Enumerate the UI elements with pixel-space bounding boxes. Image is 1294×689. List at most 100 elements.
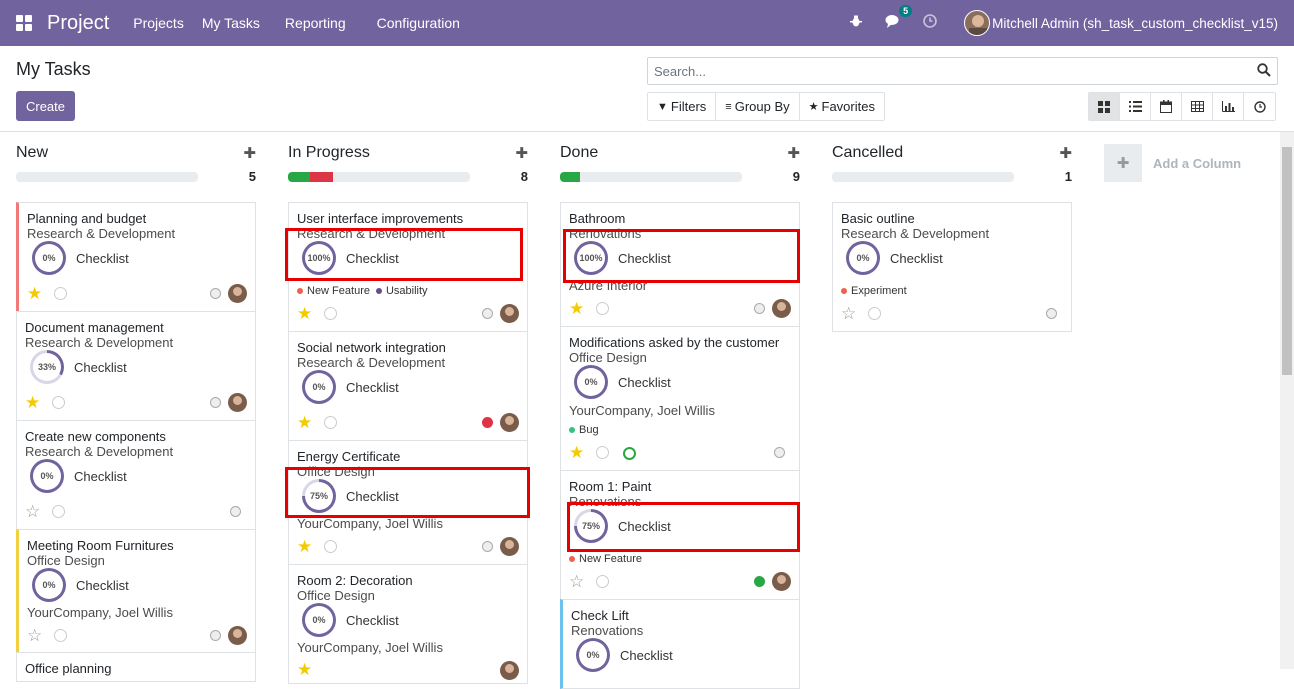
activity-clock-icon[interactable] bbox=[868, 307, 881, 320]
kanban-state-icon[interactable] bbox=[210, 630, 221, 641]
nav-configuration[interactable]: Configuration bbox=[377, 15, 460, 31]
checklist-label[interactable]: Checklist bbox=[618, 375, 671, 390]
quick-add-icon[interactable]: ✚ bbox=[1059, 144, 1072, 162]
kanban-state-icon[interactable] bbox=[210, 288, 221, 299]
task-card[interactable]: Energy Certificate Office Design 75% Che… bbox=[288, 440, 528, 565]
quick-add-icon[interactable]: ✚ bbox=[787, 144, 800, 162]
add-column[interactable]: ✚ Add a Column bbox=[1104, 144, 1241, 182]
kanban-view-icon[interactable] bbox=[1089, 93, 1120, 120]
task-card[interactable]: Check Lift Renovations 0% Checklist bbox=[560, 599, 800, 689]
filters-button[interactable]: ▼ Filters bbox=[648, 93, 717, 120]
checklist-label[interactable]: Checklist bbox=[346, 380, 399, 395]
kanban-state-icon[interactable] bbox=[1046, 308, 1057, 319]
user-name[interactable]: Mitchell Admin (sh_task_custom_checklist… bbox=[992, 16, 1278, 31]
activity-clock-icon[interactable] bbox=[324, 307, 337, 320]
quick-add-icon[interactable]: ✚ bbox=[515, 144, 528, 162]
activity-clock-icon[interactable] bbox=[52, 396, 65, 409]
checklist-label[interactable]: Checklist bbox=[618, 519, 671, 534]
scrollbar-thumb[interactable] bbox=[1282, 147, 1292, 375]
kanban-state-icon[interactable] bbox=[754, 303, 765, 314]
smiley-icon[interactable] bbox=[623, 447, 636, 460]
priority-star-icon[interactable]: ★ bbox=[297, 538, 312, 555]
task-card[interactable]: Meeting Room Furnitures Office Design 0%… bbox=[16, 529, 256, 653]
activity-clock-icon[interactable] bbox=[54, 629, 67, 642]
checklist-label[interactable]: Checklist bbox=[620, 648, 673, 663]
assignee-avatar[interactable] bbox=[228, 284, 247, 303]
activity-clock-icon[interactable] bbox=[596, 446, 609, 459]
add-column-plus-icon[interactable]: ✚ bbox=[1104, 144, 1142, 182]
checklist-label[interactable]: Checklist bbox=[618, 251, 671, 266]
column-progress-bar[interactable] bbox=[832, 172, 1014, 182]
priority-star-icon[interactable]: ☆ bbox=[25, 503, 40, 520]
progress-done-segment[interactable] bbox=[288, 172, 310, 182]
task-card[interactable]: Planning and budget Research & Developme… bbox=[16, 202, 256, 312]
create-button[interactable]: Create bbox=[16, 91, 75, 121]
task-card[interactable]: Document management Research & Developme… bbox=[16, 311, 256, 421]
tag[interactable]: Bug bbox=[569, 424, 599, 436]
priority-star-icon[interactable]: ★ bbox=[27, 285, 42, 302]
calendar-view-icon[interactable] bbox=[1151, 93, 1182, 120]
checklist-label[interactable]: Checklist bbox=[346, 489, 399, 504]
messages-icon[interactable]: 5 bbox=[885, 5, 913, 32]
priority-star-icon[interactable]: ★ bbox=[569, 444, 584, 461]
search-input[interactable]: Search... bbox=[647, 57, 1278, 85]
priority-star-icon[interactable]: ★ bbox=[297, 414, 312, 431]
checklist-label[interactable]: Checklist bbox=[74, 469, 127, 484]
column-title[interactable]: Cancelled bbox=[832, 144, 903, 162]
priority-star-icon[interactable]: ☆ bbox=[841, 305, 856, 322]
assignee-avatar[interactable] bbox=[500, 304, 519, 323]
checklist-label[interactable]: Checklist bbox=[76, 251, 129, 266]
assignee-avatar[interactable] bbox=[772, 299, 791, 318]
search-icon[interactable] bbox=[1257, 63, 1271, 80]
checklist-label[interactable]: Checklist bbox=[890, 251, 943, 266]
activity-clock-icon[interactable] bbox=[596, 575, 609, 588]
activity-view-icon[interactable] bbox=[1244, 93, 1275, 120]
kanban-state-icon[interactable] bbox=[482, 541, 493, 552]
checklist-label[interactable]: Checklist bbox=[74, 360, 127, 375]
kanban-state-icon[interactable] bbox=[482, 417, 493, 428]
column-title[interactable]: New bbox=[16, 144, 48, 162]
kanban-state-icon[interactable] bbox=[210, 397, 221, 408]
pivot-view-icon[interactable] bbox=[1182, 93, 1213, 120]
task-card[interactable]: Modifications asked by the customer Offi… bbox=[560, 326, 800, 471]
priority-star-icon[interactable]: ☆ bbox=[569, 573, 584, 590]
app-brand[interactable]: Project bbox=[47, 12, 109, 35]
assignee-avatar[interactable] bbox=[772, 572, 791, 591]
group-by-button[interactable]: ≡ Group By bbox=[716, 93, 800, 120]
priority-star-icon[interactable]: ☆ bbox=[27, 627, 42, 644]
task-card[interactable]: Office planning bbox=[16, 652, 256, 682]
list-view-icon[interactable] bbox=[1120, 93, 1151, 120]
apps-menu-icon[interactable] bbox=[16, 15, 32, 31]
tag[interactable]: Usability bbox=[375, 285, 428, 297]
tag[interactable]: New Feature bbox=[297, 285, 370, 297]
task-card[interactable]: Room 1: Paint Renovations 75% Checklist … bbox=[560, 470, 800, 600]
add-column-label[interactable]: Add a Column bbox=[1153, 156, 1241, 171]
column-progress-bar[interactable] bbox=[16, 172, 198, 182]
activity-clock-icon[interactable] bbox=[54, 287, 67, 300]
tag[interactable]: Experiment bbox=[841, 285, 907, 297]
nav-my-tasks[interactable]: My Tasks bbox=[202, 15, 260, 31]
checklist-label[interactable]: Checklist bbox=[346, 251, 399, 266]
scrollbar[interactable] bbox=[1280, 132, 1294, 669]
column-title[interactable]: Done bbox=[560, 144, 598, 162]
assignee-avatar[interactable] bbox=[500, 413, 519, 432]
kanban-state-icon[interactable] bbox=[774, 447, 785, 458]
kanban-state-icon[interactable] bbox=[754, 576, 765, 587]
nav-reporting[interactable]: Reporting bbox=[285, 15, 346, 31]
kanban-state-icon[interactable] bbox=[482, 308, 493, 319]
task-card[interactable]: Room 2: Decoration Office Design 0% Chec… bbox=[288, 564, 528, 684]
activity-clock-icon[interactable] bbox=[52, 505, 65, 518]
task-card[interactable]: Social network integration Research & De… bbox=[288, 331, 528, 441]
checklist-label[interactable]: Checklist bbox=[346, 613, 399, 628]
kanban-state-icon[interactable] bbox=[230, 506, 241, 517]
column-title[interactable]: In Progress bbox=[288, 144, 370, 162]
graph-view-icon[interactable] bbox=[1213, 93, 1244, 120]
activity-clock-icon[interactable] bbox=[596, 302, 609, 315]
assignee-avatar[interactable] bbox=[228, 626, 247, 645]
progress-blocked-segment[interactable] bbox=[309, 172, 334, 182]
nav-projects[interactable]: Projects bbox=[133, 15, 184, 31]
tag[interactable]: New Feature bbox=[569, 553, 642, 565]
user-avatar[interactable] bbox=[964, 10, 991, 36]
column-progress-bar[interactable] bbox=[560, 172, 742, 182]
activity-clock-icon[interactable] bbox=[923, 14, 937, 32]
